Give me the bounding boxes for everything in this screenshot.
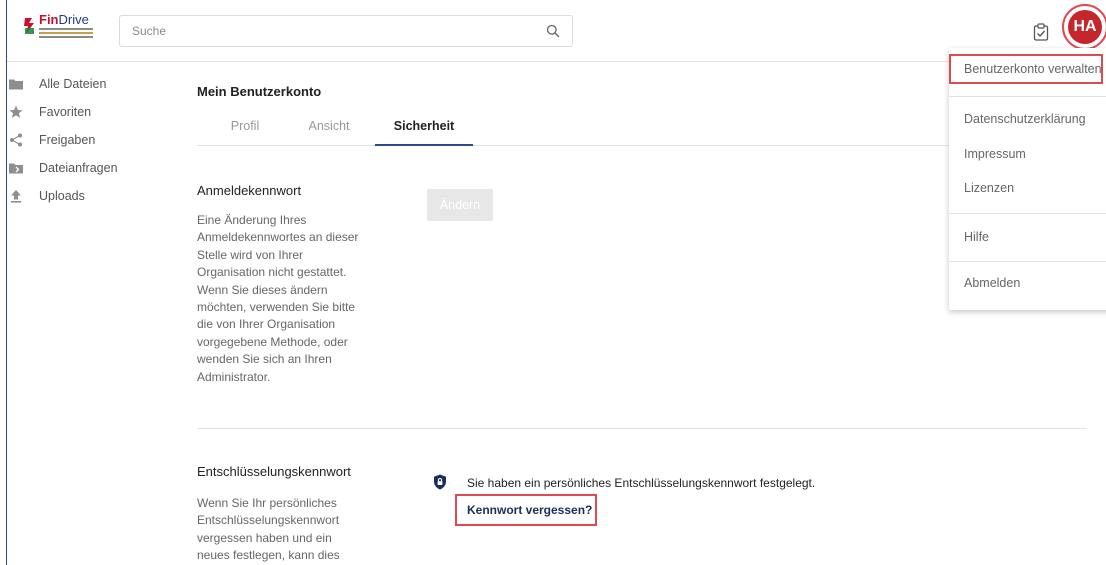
password-section-description: Eine Änderung Ihres Anmeldekennwortes an… <box>197 212 377 386</box>
upload-icon <box>11 190 21 203</box>
menu-item-licenses[interactable]: Lizenzen <box>949 174 1106 202</box>
description-line: die von Ihrer Organisation <box>197 317 336 332</box>
brand-name: FinDrive <box>39 12 89 27</box>
sidebar-item-uploads[interactable]: Uploads <box>7 182 147 210</box>
search-box <box>119 15 573 47</box>
search-icon[interactable] <box>546 24 560 38</box>
sidebar-item-label: Dateianfragen <box>39 161 118 175</box>
section-divider <box>197 428 1087 429</box>
folder-icon <box>9 79 23 90</box>
logo-tagline <box>39 32 93 34</box>
forgot-password-link[interactable]: Kennwort vergessen? <box>467 503 592 517</box>
sidebar-item-all-files[interactable]: Alle Dateien <box>7 70 147 98</box>
description-line: vergessen haben und ein <box>197 530 332 545</box>
description-line: Entschlüsselungskennwort <box>197 513 340 528</box>
menu-item-manage-account[interactable]: Benutzerkonto verwalten <box>949 55 1106 83</box>
menu-item-logout[interactable]: Abmelden <box>949 269 1106 297</box>
brand-fin: Fin <box>39 12 59 27</box>
tab-security[interactable]: Sicherheit <box>375 106 473 146</box>
logo-tagline <box>39 28 93 30</box>
menu-item-help[interactable]: Hilfe <box>949 223 1106 251</box>
description-line: Eine Änderung Ihres <box>197 213 307 227</box>
encryption-section-title: Entschlüsselungskennwort <box>197 464 351 479</box>
search-input[interactable] <box>120 16 540 46</box>
password-section-title: Anmeldekennwort <box>197 183 302 198</box>
sidebar-item-label: Freigaben <box>39 133 96 147</box>
app-window: FinDrive HA Alle Dateien <box>6 0 1106 565</box>
top-bar: FinDrive HA <box>7 0 1106 62</box>
user-menu-dropdown: Benutzerkonto verwalten Datenschutzerklä… <box>949 48 1106 310</box>
shield-lock-icon <box>434 474 446 490</box>
findrive-logo[interactable]: FinDrive <box>23 12 95 44</box>
brand-drive: Drive <box>58 12 89 27</box>
menu-divider <box>949 261 1106 262</box>
description-line: möchten, verwenden Sie bitte <box>197 300 356 315</box>
description-line: Organisation nicht gestattet. <box>197 265 347 280</box>
change-password-button[interactable]: Ändern <box>427 189 493 221</box>
sidebar-item-shares[interactable]: Freigaben <box>7 126 147 154</box>
description-line: Administrator. <box>197 369 271 384</box>
description-line: Anmeldekennwortes an dieser <box>197 230 359 245</box>
description-line: neues festlegen, kann dies <box>197 548 340 563</box>
star-icon <box>9 105 23 118</box>
description-line: vorgegebene Methode, oder <box>197 334 348 349</box>
encryption-status-text: Sie haben ein persönliches Entschlüsselu… <box>467 476 816 490</box>
description-line: Wenn Sie Ihr persönliches <box>197 496 337 510</box>
page-title: Mein Benutzerkonto <box>197 84 322 99</box>
logo-tagline <box>39 36 93 38</box>
avatar[interactable]: HA <box>1068 10 1102 44</box>
logo-mark-icon <box>24 18 34 34</box>
sidebar-item-file-requests[interactable]: Dateianfragen <box>7 154 147 182</box>
description-line: Wenn Sie dieses ändern <box>197 282 328 297</box>
menu-divider <box>949 213 1106 214</box>
menu-item-privacy-policy[interactable]: Datenschutzerklärung <box>949 105 1106 133</box>
sidebar-item-label: Alle Dateien <box>39 77 107 91</box>
menu-item-imprint[interactable]: Impressum <box>949 140 1106 168</box>
tab-view[interactable]: Ansicht <box>289 106 369 146</box>
share-icon <box>10 133 22 147</box>
sidebar-item-favorites[interactable]: Favoriten <box>7 98 147 126</box>
tab-profile[interactable]: Profil <box>213 106 277 146</box>
sidebar: Alle Dateien Favoriten Freigaben Dateian… <box>7 70 147 210</box>
folder-request-icon <box>9 163 23 174</box>
sidebar-item-label: Favoriten <box>39 105 92 119</box>
encryption-section-description: Wenn Sie Ihr persönliches Entschlüsselun… <box>197 495 377 565</box>
menu-divider <box>949 96 1106 97</box>
description-line: Stelle wird von Ihrer <box>197 247 304 262</box>
description-line: wenden Sie sich an Ihren <box>197 352 332 367</box>
sidebar-item-label: Uploads <box>39 189 85 203</box>
clipboard-check-icon[interactable] <box>1033 23 1049 41</box>
